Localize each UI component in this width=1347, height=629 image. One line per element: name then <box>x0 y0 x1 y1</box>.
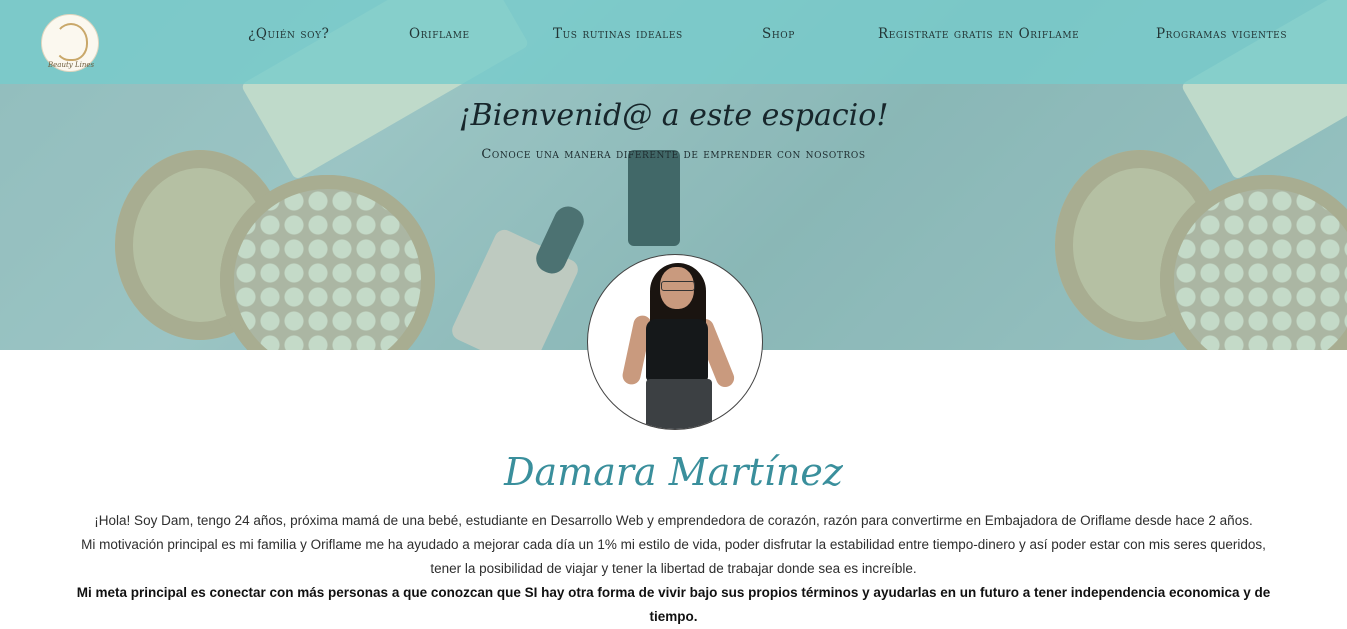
profile-avatar <box>587 254 763 430</box>
logo-text: Beauty Lines <box>48 61 95 69</box>
hero-title: ¡Bienvenid@ a este espacio! <box>458 98 889 133</box>
brand-logo[interactable]: Beauty Lines <box>41 14 99 72</box>
face-line-art-icon <box>54 23 88 61</box>
top-navigation: Beauty Lines ¿Quién soy? Oriflame Tus ru… <box>0 0 1347 84</box>
nav-item-shop[interactable]: Shop <box>762 26 795 42</box>
nav-item-oriflame[interactable]: Oriflame <box>409 26 470 42</box>
bio-goal: Mi meta principal es conectar con más pe… <box>76 585 1271 624</box>
bio-motivation: Mi motivación principal es mi familia y … <box>81 537 1266 576</box>
nav-item-quien-soy[interactable]: ¿Quién soy? <box>248 26 330 42</box>
hero-subtitle: Conoce una manera diferente de emprender… <box>481 147 866 162</box>
profile-bio: ¡Hola! Soy Dam, tengo 24 años, próxima m… <box>70 509 1277 629</box>
nav-item-programas[interactable]: Programas vigentes <box>1156 26 1287 42</box>
nav-item-registrate[interactable]: Registrate gratis en Oriflame <box>878 26 1079 42</box>
profile-name: Damara Martínez <box>504 450 843 494</box>
nav-item-tus-rutinas[interactable]: Tus rutinas ideales <box>553 26 683 42</box>
bio-intro: ¡Hola! Soy Dam, tengo 24 años, próxima m… <box>94 513 1253 528</box>
